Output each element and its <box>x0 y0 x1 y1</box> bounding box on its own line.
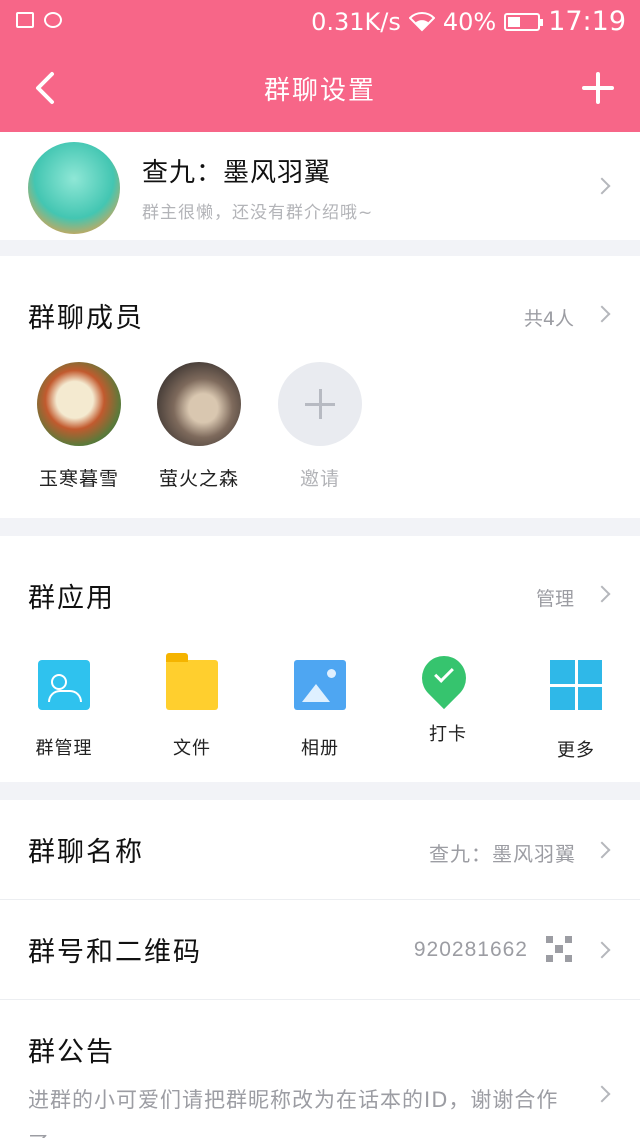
members-title: 群聊成员 <box>28 303 144 334</box>
navigation-bar: 群聊设置 <box>0 44 640 132</box>
apps-manage-link[interactable]: 管理 <box>536 584 574 611</box>
wifi-icon <box>408 11 435 31</box>
group-id-value: 920281662 <box>413 938 528 961</box>
notice-content: 进群的小可爱们请把群昵称改为在话本的ID，谢谢合作了 <box>28 1088 559 1138</box>
app-checkin[interactable]: 打卡 <box>398 646 498 746</box>
qr-code-icon <box>546 936 572 962</box>
member-name: 玉寒暮雪 <box>38 468 119 490</box>
page-title: 群聊设置 <box>263 76 376 106</box>
invite-button[interactable]: 邀请 <box>270 362 370 491</box>
album-icon <box>294 660 346 710</box>
group-description: 群主很懒，还没有群介绍哦~ <box>142 203 374 223</box>
apps-title: 群应用 <box>28 583 115 614</box>
member-name: 萤火之森 <box>158 468 239 490</box>
app-files[interactable]: 文件 <box>142 653 242 760</box>
chevron-right-icon <box>593 1085 611 1103</box>
app-label: 打卡 <box>429 724 467 745</box>
grid-more-icon <box>550 660 602 710</box>
member-item[interactable]: 玉寒暮雪 <box>29 362 129 491</box>
app-notification-icon <box>44 12 62 28</box>
folder-icon <box>166 653 218 710</box>
members-section: 群聊成员 共4人 玉寒暮雪 萤火之森 邀请 <box>0 256 640 518</box>
member-count[interactable]: 共4人 <box>524 304 574 331</box>
group-name-label: 群聊名称 <box>28 837 144 868</box>
group-name-value: 查九：墨风羽翼 <box>429 842 576 866</box>
group-notice-row[interactable]: 群公告 进群的小可爱们请把群昵称改为在话本的ID，谢谢合作了 <box>0 1000 640 1138</box>
status-icons-left <box>16 12 62 28</box>
app-label: 更多 <box>557 740 595 761</box>
chevron-right-icon <box>593 941 611 959</box>
image-notification-icon <box>16 12 34 28</box>
group-manage-icon <box>38 660 90 710</box>
plus-icon <box>278 362 362 446</box>
add-icon[interactable] <box>578 68 618 108</box>
group-id-qr-row[interactable]: 群号和二维码 920281662 <box>0 900 640 1000</box>
checkin-pin-icon <box>412 646 476 710</box>
notice-label: 群公告 <box>28 1037 115 1068</box>
app-label: 文件 <box>173 738 211 759</box>
battery-percent: 40% <box>442 7 497 36</box>
app-label: 群管理 <box>35 738 93 759</box>
member-avatar <box>37 362 121 446</box>
network-speed: 0.31K/s <box>311 7 401 36</box>
group-id-label: 群号和二维码 <box>28 937 202 968</box>
group-avatar <box>28 142 120 234</box>
group-name-row[interactable]: 群聊名称 查九：墨风羽翼 <box>0 800 640 900</box>
chevron-right-icon <box>593 305 611 323</box>
app-group-manage[interactable]: 群管理 <box>14 660 114 760</box>
invite-label: 邀请 <box>299 468 340 490</box>
chevron-right-icon <box>593 841 611 859</box>
clock: 17:19 <box>548 6 626 37</box>
chevron-right-icon <box>593 585 611 603</box>
group-name: 查九：墨风羽翼 <box>142 158 332 188</box>
app-label: 相册 <box>301 738 339 759</box>
battery-icon <box>504 12 544 31</box>
status-bar: 0.31K/s 40% 17:19 <box>0 0 640 44</box>
app-more[interactable]: 更多 <box>526 660 626 762</box>
member-item[interactable]: 萤火之森 <box>149 362 249 491</box>
group-apps-section: 群应用 管理 群管理 文件 相册 打卡 更多 <box>0 536 640 782</box>
app-album[interactable]: 相册 <box>270 660 370 760</box>
status-icons-right: 0.31K/s 40% 17:19 <box>311 6 626 37</box>
chevron-right-icon <box>593 177 611 195</box>
member-avatar <box>157 362 241 446</box>
group-profile-row[interactable]: 查九：墨风羽翼 群主很懒，还没有群介绍哦~ <box>0 132 640 240</box>
